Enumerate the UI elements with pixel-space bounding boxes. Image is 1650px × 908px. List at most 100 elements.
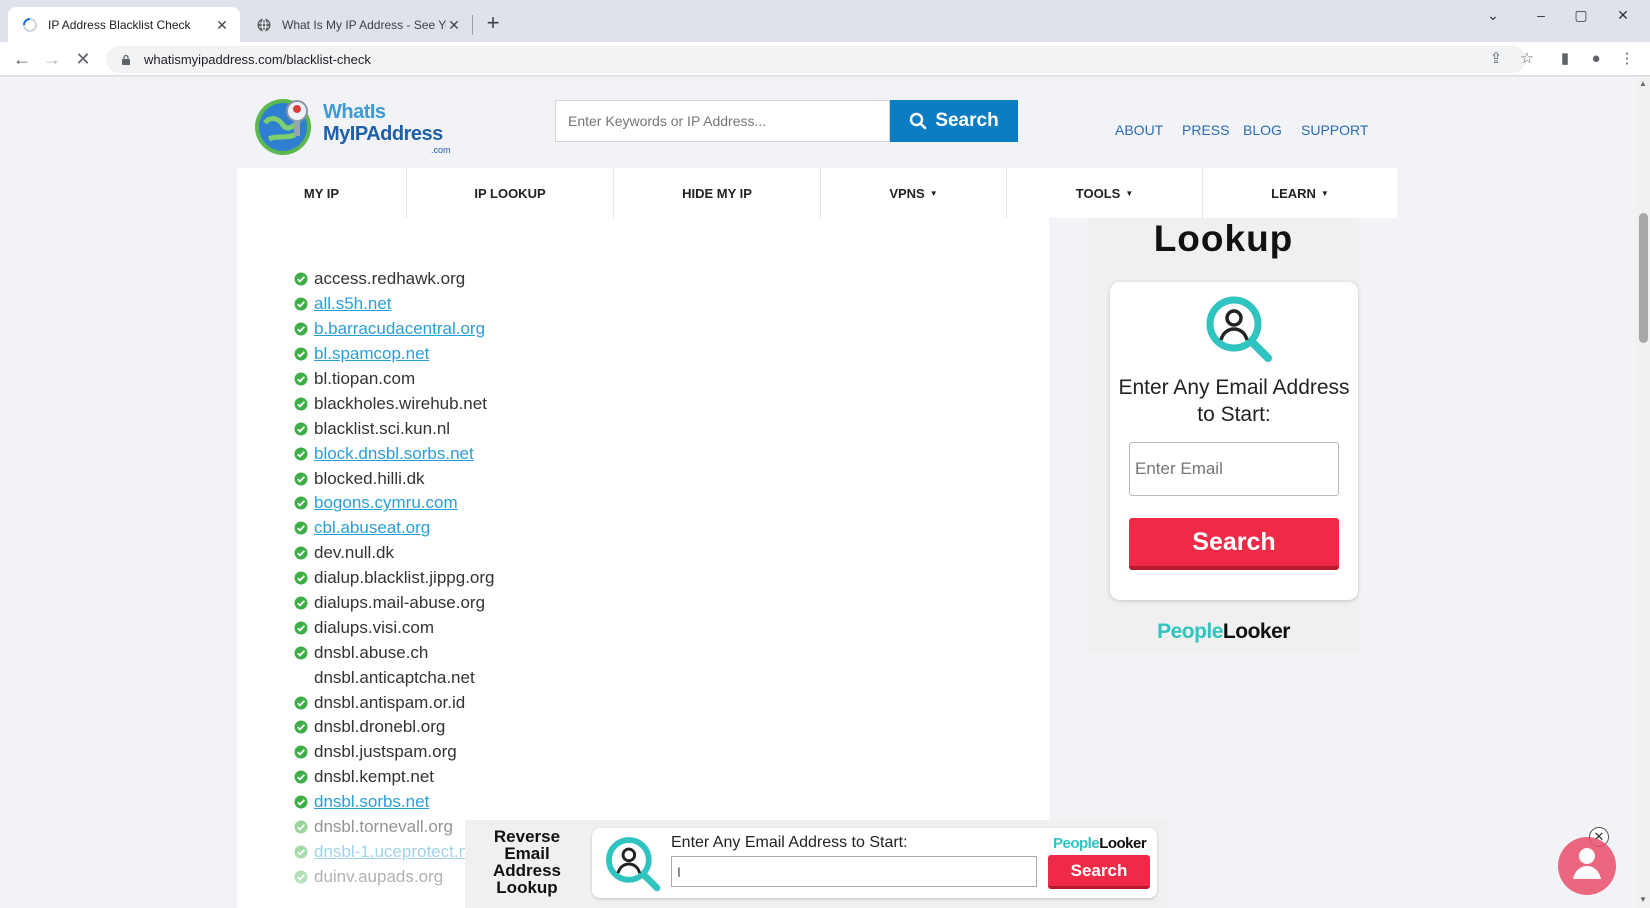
check-circle-icon <box>294 297 308 311</box>
scroll-thumb[interactable] <box>1639 213 1648 343</box>
loading-spinner-icon <box>23 17 37 32</box>
ad-message: Enter Any Email Address to Start: <box>1118 376 1350 426</box>
check-circle-icon <box>294 397 308 411</box>
new-tab-icon[interactable]: + <box>481 12 505 36</box>
bottom-sticky-ad: Reverse Email Address Lookup Enter Any E… <box>465 820 1169 908</box>
list-item: all.s5h.net <box>294 292 495 317</box>
blacklist-name: access.redhawk.org <box>314 269 466 289</box>
scroll-down-arrow-icon[interactable]: ▼ <box>1638 895 1648 905</box>
list-item: bl.spamcop.net <box>294 342 495 367</box>
main-navigation: MY IP IP LOOKUP HIDE MY IP VPNS ▼ TOOLS ▼ … <box>237 168 1397 218</box>
blacklist-name: dev.null.dk <box>314 543 395 563</box>
check-circle-icon <box>294 447 308 461</box>
blacklist-link[interactable]: block.dnsbl.sorbs.net <box>314 444 474 464</box>
nav-tools[interactable]: TOOLS ▼ <box>1007 168 1203 218</box>
list-item: access.redhawk.org <box>294 267 495 292</box>
profile-icon[interactable]: ● <box>1587 50 1605 68</box>
forward-icon[interactable]: → <box>42 49 62 69</box>
globe-logo-icon <box>255 99 311 155</box>
blacklist-results: access.redhawk.org all.s5h.net b.barracuda… <box>294 267 495 889</box>
nav-learn[interactable]: LEARN ▼ <box>1203 168 1397 218</box>
side-panel-icon[interactable]: ▮ <box>1556 50 1574 68</box>
bottom-ad-message: Enter Any Email Address to Start: <box>671 834 908 851</box>
share-icon[interactable]: ⇪ <box>1487 50 1505 68</box>
person-search-icon <box>606 837 661 892</box>
site-search-button-label: Search <box>935 110 999 131</box>
tab-blacklist-check[interactable]: IP Address Blacklist Check ✕ <box>8 7 240 42</box>
maximize-icon[interactable]: ▢ <box>1558 4 1604 26</box>
list-item: dialup.blacklist.jippg.org <box>294 566 495 591</box>
page-scrollbar[interactable]: ▲ ▼ <box>1636 77 1650 908</box>
top-link-about[interactable]: ABOUT <box>1115 122 1163 138</box>
blacklist-name: dnsbl.kempt.net <box>314 767 435 787</box>
tab-search-icon[interactable]: ⌄ <box>1470 4 1516 26</box>
blacklist-link[interactable]: bl.spamcop.net <box>314 344 429 364</box>
list-item: dev.null.dk <box>294 541 495 566</box>
blacklist-name: dialups.mail-abuse.org <box>314 593 486 613</box>
scroll-up-arrow-icon[interactable]: ▲ <box>1638 79 1648 89</box>
lock-icon <box>122 54 130 65</box>
address-bar[interactable]: whatismyipaddress.com/blacklist-check <box>106 46 1526 73</box>
blacklist-link[interactable]: all.s5h.net <box>314 294 392 314</box>
blacklist-name: blackholes.wirehub.net <box>314 393 487 413</box>
dropdown-caret-icon: ▼ <box>929 188 938 198</box>
list-item: bogons.cymru.com <box>294 491 495 516</box>
dropdown-caret-icon: ▼ <box>1125 188 1134 198</box>
nav-ip-lookup[interactable]: IP LOOKUP <box>407 168 614 218</box>
blacklist-name: dnsbl.justspam.org <box>314 742 457 762</box>
blacklist-link[interactable]: dnsbl.sorbs.net <box>314 792 429 812</box>
site-badge-icon <box>1558 837 1616 895</box>
list-item: dnsbl.sorbs.net <box>294 790 495 815</box>
list-item: blackholes.wirehub.net <box>294 391 495 416</box>
check-circle-icon <box>294 795 308 809</box>
blacklist-link[interactable]: bogons.cymru.com <box>314 493 458 513</box>
bottom-ad-email-input[interactable] <box>671 856 1037 887</box>
page-viewport: WhatIs MyIPAddress .com Search ABOUT PRE… <box>0 77 1636 908</box>
check-circle-icon <box>294 272 308 286</box>
nav-vpns[interactable]: VPNS ▼ <box>821 168 1007 218</box>
top-link-support[interactable]: SUPPORT <box>1301 122 1368 138</box>
check-circle-icon <box>294 720 308 734</box>
ad-email-input[interactable] <box>1129 442 1339 496</box>
check-circle-icon <box>294 422 308 436</box>
site-logo[interactable]: WhatIs MyIPAddress .com <box>251 93 461 159</box>
bookmark-star-icon[interactable]: ☆ <box>1518 50 1536 68</box>
list-item: dnsbl.kempt.net <box>294 765 495 790</box>
site-search-button[interactable]: Search <box>890 100 1018 142</box>
close-window-icon[interactable]: ✕ <box>1600 4 1646 26</box>
stop-loading-icon[interactable]: ✕ <box>73 49 93 69</box>
close-tab-icon[interactable]: ✕ <box>446 17 462 33</box>
tab-what-is-my-ip[interactable]: What Is My IP Address - See Your ✕ <box>242 7 472 42</box>
site-search-input[interactable] <box>555 100 890 142</box>
blacklist-name: dialup.blacklist.jippg.org <box>314 568 495 588</box>
ad-search-button[interactable]: Search <box>1129 518 1339 570</box>
check-circle-icon <box>294 745 308 759</box>
list-item: blacklist.sci.kun.nl <box>294 416 495 441</box>
blacklist-link[interactable]: b.barracudacentral.org <box>314 319 485 339</box>
list-item: cbl.abuseat.org <box>294 516 495 541</box>
top-link-blog[interactable]: BLOG <box>1243 122 1282 138</box>
nav-my-ip[interactable]: MY IP <box>237 168 407 218</box>
ad-brand-logo[interactable]: PeopleLooker <box>1088 620 1359 644</box>
blacklist-name: bl.tiopan.com <box>314 369 416 388</box>
check-circle-icon <box>294 472 308 486</box>
person-search-icon <box>1206 296 1272 362</box>
list-item: dnsbl.anticaptcha.net <box>294 665 495 690</box>
back-icon[interactable]: ← <box>12 49 32 69</box>
close-tab-icon[interactable]: ✕ <box>214 17 230 33</box>
browser-toolbar: ← → ✕ whatismyipaddress.com/blacklist-ch… <box>0 42 1650 76</box>
list-item: dnsbl.justspam.org <box>294 740 495 765</box>
list-item: dnsbl.abuse.ch <box>294 640 495 665</box>
bottom-ad-search-button[interactable]: Search <box>1048 855 1150 889</box>
top-link-press[interactable]: PRESS <box>1182 122 1229 138</box>
blacklist-link[interactable]: cbl.abuseat.org <box>314 518 430 538</box>
sidebar-ad: Lookup Enter Any Email Address to Start:… <box>1088 218 1359 654</box>
check-circle-icon <box>294 596 308 610</box>
menu-kebab-icon[interactable]: ⋮ <box>1618 50 1636 68</box>
tab-title: IP Address Blacklist Check <box>48 17 191 32</box>
nav-hide-my-ip[interactable]: HIDE MY IP <box>614 168 821 218</box>
check-circle-icon <box>294 347 308 361</box>
bottom-ad-brand-logo[interactable]: PeopleLooker <box>1053 835 1147 852</box>
check-circle-icon <box>294 322 308 336</box>
bottom-ad-card: Enter Any Email Address to Start: People… <box>592 828 1157 898</box>
